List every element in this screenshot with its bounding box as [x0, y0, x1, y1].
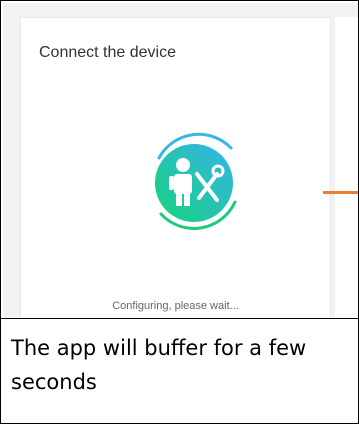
loading-spinner: [139, 128, 249, 238]
caption-text: The app will buffer for a few seconds: [11, 336, 307, 394]
divider: [1, 318, 358, 319]
page-title: Connect the device: [39, 44, 176, 61]
app-screen: Connect the device Configuring, please w…: [3, 3, 358, 317]
screenshot-frame: Connect the device Configuring, please w…: [0, 0, 359, 424]
status-message: Configuring, please wait...: [112, 300, 239, 312]
connect-device-card: Connect the device Configuring, please w…: [20, 17, 331, 317]
arrow-indicator: [323, 191, 358, 194]
next-step-card: [335, 17, 358, 317]
